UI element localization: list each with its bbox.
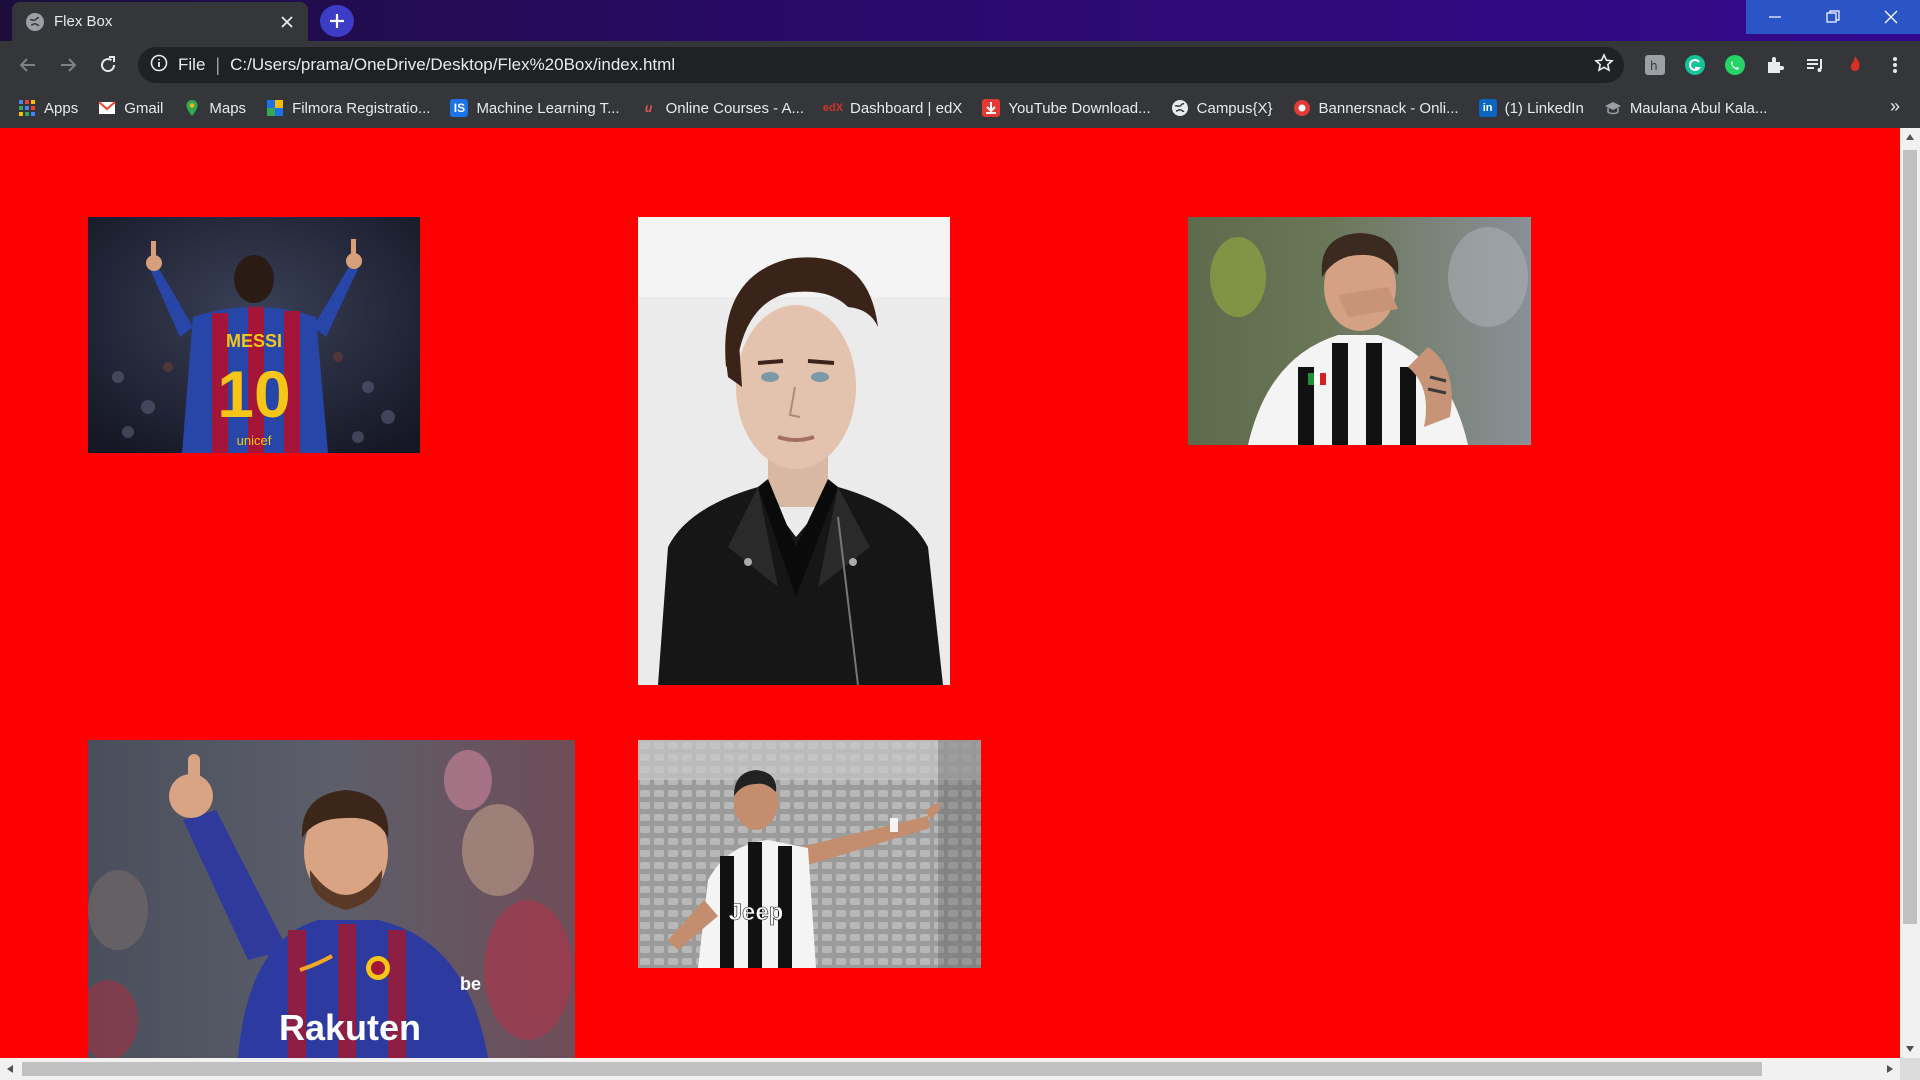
close-window-button[interactable] [1862, 0, 1920, 34]
new-tab-button[interactable] [320, 5, 354, 37]
star-icon[interactable] [1594, 52, 1614, 78]
photo-ronaldo-pointing: Jeep [638, 740, 981, 968]
photo-model-leather-jacket [638, 217, 950, 685]
bookmark-label: Maps [209, 99, 247, 117]
scroll-right-arrow-icon[interactable] [1880, 1058, 1900, 1080]
restore-button[interactable] [1804, 0, 1862, 34]
bookmark-label: Gmail [124, 99, 164, 117]
extension-translate-icon[interactable]: h [1640, 50, 1670, 80]
bookmark-label: Machine Learning T... [476, 99, 620, 117]
close-icon [1884, 10, 1898, 24]
bookmark-edx[interactable]: edX Dashboard | edX [822, 93, 963, 123]
close-tab-icon[interactable] [276, 11, 298, 33]
puzzle-extensions-icon[interactable] [1760, 50, 1790, 80]
globe-icon [1171, 99, 1189, 117]
reload-button[interactable] [88, 45, 128, 85]
grammarly-icon[interactable] [1680, 50, 1710, 80]
scroll-left-arrow-icon[interactable] [0, 1058, 20, 1080]
minimize-icon [1769, 16, 1781, 18]
kebab-menu-icon[interactable] [1880, 50, 1910, 80]
reload-icon [101, 55, 116, 72]
bookmark-bannersnack[interactable]: Bannersnack - Onli... [1293, 93, 1459, 123]
address-bar[interactable]: File | C:/Users/prama/OneDrive/Desktop/F… [138, 47, 1624, 83]
bookmark-label: Dashboard | edX [850, 99, 963, 117]
maps-pin-icon [183, 99, 201, 117]
url-separator: | [215, 54, 221, 75]
bookmark-linkedin[interactable]: in (1) LinkedIn [1478, 93, 1584, 123]
vertical-scroll-thumb[interactable] [1903, 150, 1917, 924]
media-queue-icon[interactable] [1800, 50, 1830, 80]
flame-extension-icon[interactable] [1840, 50, 1870, 80]
bookmark-youtube-download[interactable]: YouTube Download... [982, 93, 1151, 123]
arrow-right-icon [61, 57, 77, 72]
photo-messi-thumbs-up: Rakuten be [88, 740, 575, 1058]
whatsapp-icon[interactable] [1720, 50, 1750, 80]
svg-text:h: h [1650, 59, 1658, 73]
scrollbar-corner [1900, 1058, 1920, 1080]
svg-text:10: 10 [217, 357, 290, 431]
bookmark-label: (1) LinkedIn [1504, 99, 1584, 117]
title-bar: Flex Box [0, 0, 1920, 41]
vertical-scrollbar[interactable] [1900, 128, 1920, 1058]
globe-icon [26, 12, 44, 31]
photo-messi-back: MESSI 10 unicef [88, 217, 420, 453]
bookmark-gmail[interactable]: Gmail [98, 93, 163, 123]
page-viewport: MESSI 10 unicef Rakuten be Jeep [0, 128, 1900, 1058]
bookmark-label: Campus{X} [1196, 99, 1273, 117]
bookmark-label: YouTube Download... [1008, 99, 1151, 117]
bookmark-label: Filmora Registratio... [292, 99, 431, 117]
restore-icon [1826, 10, 1840, 23]
svg-text:Rakuten: Rakuten [279, 1007, 421, 1048]
filmora-icon [266, 99, 284, 117]
svg-text:Jeep: Jeep [729, 899, 784, 926]
tab-flex-box[interactable]: Flex Box [12, 2, 308, 41]
bookmark-maulana[interactable]: Maulana Abul Kala... [1604, 93, 1768, 123]
url-text[interactable]: C:/Users/prama/OneDrive/Desktop/Flex%20B… [230, 55, 1594, 75]
is-icon: IS [450, 99, 469, 117]
window-controls [1746, 0, 1920, 34]
extensions-area: h [1640, 47, 1910, 83]
arrow-left-icon [19, 57, 35, 72]
bookmarks-bar: Apps Gmail Maps Filmora Registratio... I… [0, 88, 1920, 128]
more-bookmarks-chevron-icon[interactable]: » [1890, 96, 1900, 117]
toolbar: File | C:/Users/prama/OneDrive/Desktop/F… [0, 41, 1920, 88]
svg-text:be: be [460, 974, 481, 994]
apps-grid-icon [18, 99, 36, 117]
linkedin-icon: in [1478, 99, 1497, 117]
scroll-down-arrow-icon[interactable] [1900, 1040, 1920, 1058]
bookmark-filmora[interactable]: Filmora Registratio... [266, 93, 430, 123]
graduation-cap-icon [1604, 99, 1622, 117]
url-scheme: File [178, 55, 206, 74]
bookmark-label: Online Courses - A... [665, 99, 804, 117]
horizontal-scroll-thumb[interactable] [22, 1062, 1762, 1076]
bookmark-online-courses[interactable]: u Online Courses - A... [640, 93, 804, 123]
bookmark-label: Maulana Abul Kala... [1629, 99, 1768, 117]
plus-icon [330, 14, 344, 28]
forward-button[interactable] [48, 45, 88, 85]
bookmark-label: Apps [44, 99, 79, 117]
bookmark-apps[interactable]: Apps [18, 93, 78, 123]
bannersnack-icon [1293, 99, 1311, 117]
photo-dybala [1188, 217, 1531, 445]
info-icon[interactable] [150, 54, 168, 77]
gmail-icon [98, 99, 116, 117]
svg-text:unicef: unicef [237, 433, 272, 448]
download-icon [982, 99, 1001, 117]
udemy-icon: u [644, 101, 653, 115]
edx-icon: edX [822, 102, 844, 114]
back-button[interactable] [8, 45, 48, 85]
horizontal-scrollbar[interactable] [0, 1058, 1900, 1080]
scroll-up-arrow-icon[interactable] [1900, 128, 1920, 146]
tab-title: Flex Box [54, 13, 113, 30]
bookmark-machine-learning[interactable]: IS Machine Learning T... [450, 93, 620, 123]
svg-text:MESSI: MESSI [226, 331, 282, 351]
bookmark-campusx[interactable]: Campus{X} [1171, 93, 1273, 123]
bookmark-label: Bannersnack - Onli... [1318, 99, 1459, 117]
bookmark-maps[interactable]: Maps [183, 93, 246, 123]
minimize-button[interactable] [1746, 0, 1804, 34]
